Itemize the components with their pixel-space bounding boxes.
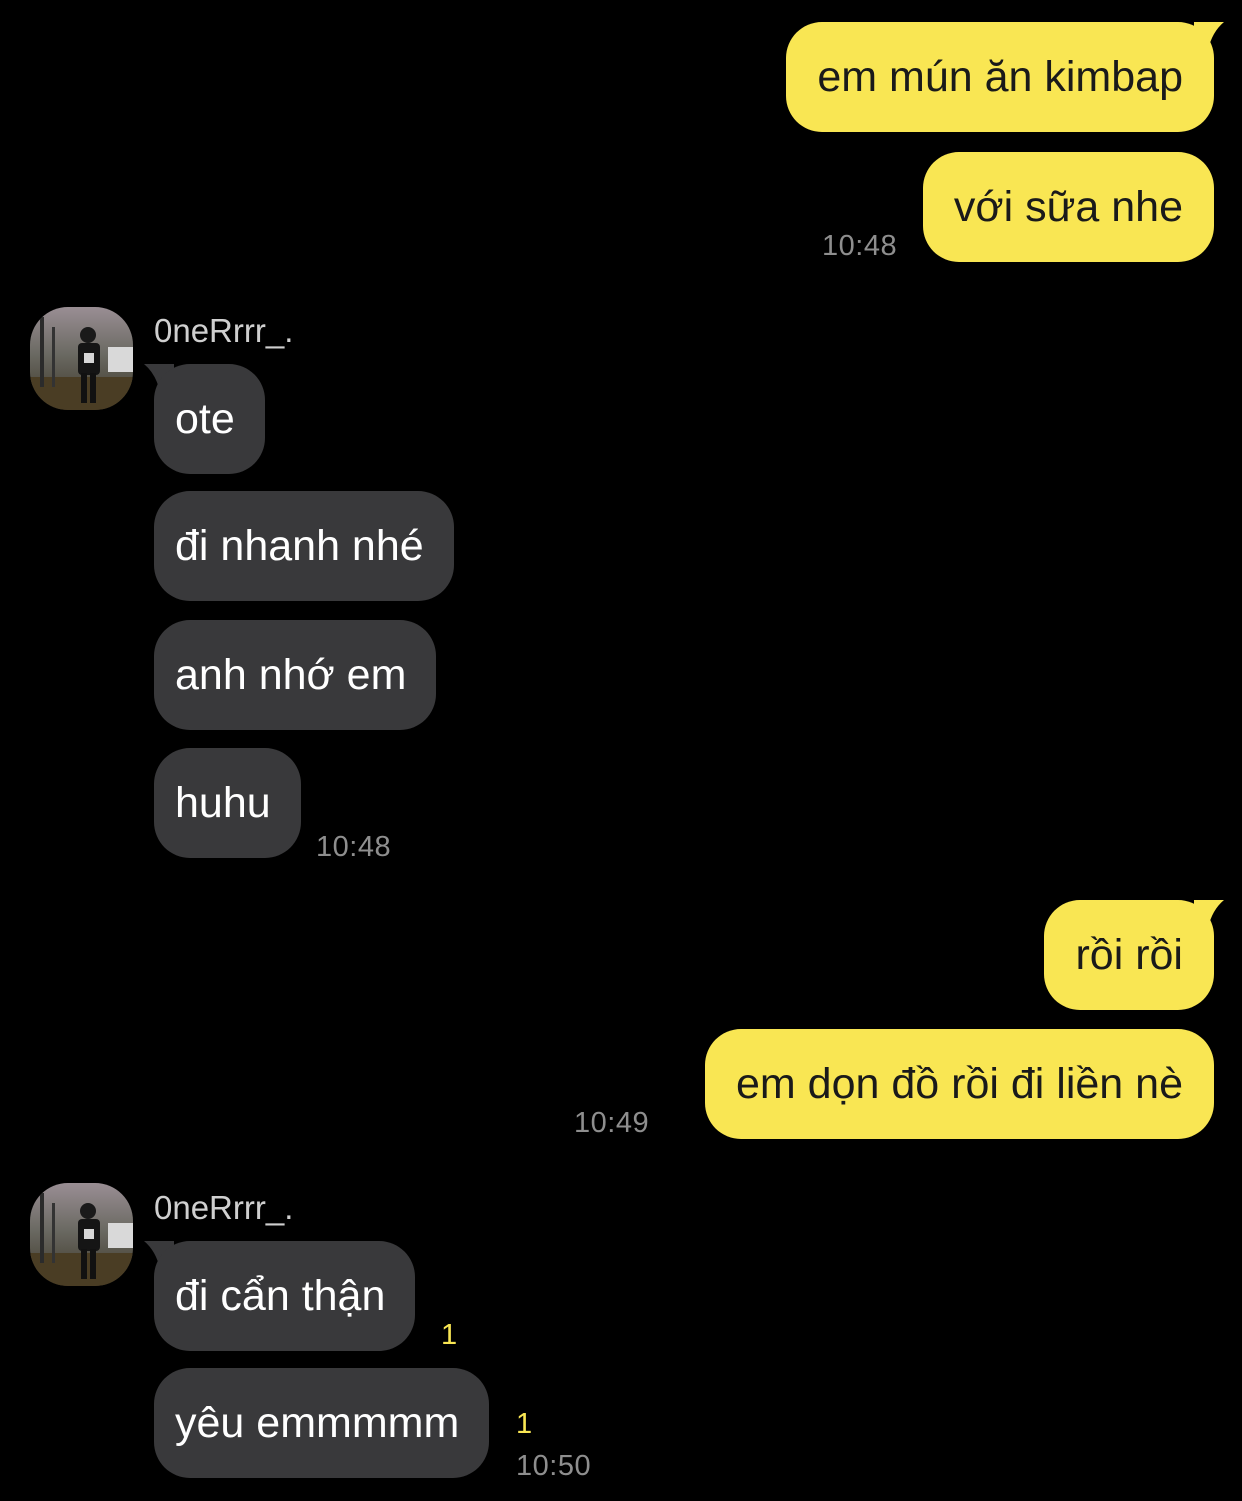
sender-avatar[interactable]	[30, 1183, 133, 1286]
message-timestamp: 10:48	[316, 831, 392, 863]
sender-name: 0neRrrr_.	[154, 312, 294, 349]
incoming-message[interactable]: anh nhớ em	[154, 620, 437, 730]
incoming-message[interactable]: yêu emmmmm	[154, 1368, 490, 1478]
message-text: với sữa nhe	[953, 183, 1183, 231]
outgoing-message[interactable]: rồi rồi	[1044, 900, 1214, 1010]
unread-count: 1	[441, 1319, 458, 1351]
message-text: em dọn đồ rồi đi liền nè	[735, 1060, 1183, 1108]
outgoing-message[interactable]: em dọn đồ rồi đi liền nè	[704, 1029, 1214, 1139]
outgoing-message[interactable]: em mún ăn kimbap	[786, 22, 1214, 132]
message-text: anh nhớ em	[175, 651, 407, 699]
incoming-message[interactable]: huhu	[154, 748, 301, 858]
incoming-message[interactable]: đi nhanh nhé	[154, 491, 454, 601]
avatar-photo-icon	[30, 307, 133, 410]
message-timestamp: 10:48	[822, 230, 898, 262]
avatar-photo-icon	[30, 1183, 133, 1286]
message-text: ote	[175, 395, 235, 443]
message-text: huhu	[175, 779, 271, 827]
sender-avatar[interactable]	[30, 307, 133, 410]
incoming-message[interactable]: ote	[154, 364, 265, 474]
message-text: yêu emmmmm	[175, 1399, 460, 1447]
incoming-message[interactable]: đi cẩn thận	[154, 1241, 416, 1351]
unread-count: 1	[516, 1408, 533, 1440]
message-timestamp: 10:50	[516, 1450, 592, 1482]
message-text: em mún ăn kimbap	[817, 53, 1183, 101]
outgoing-message[interactable]: với sữa nhe	[922, 152, 1214, 262]
message-text: rồi rồi	[1075, 931, 1183, 979]
message-text: đi nhanh nhé	[175, 522, 424, 570]
message-text: đi cẩn thận	[175, 1272, 386, 1320]
sender-name: 0neRrrr_.	[154, 1189, 294, 1226]
message-timestamp: 10:49	[574, 1107, 650, 1139]
